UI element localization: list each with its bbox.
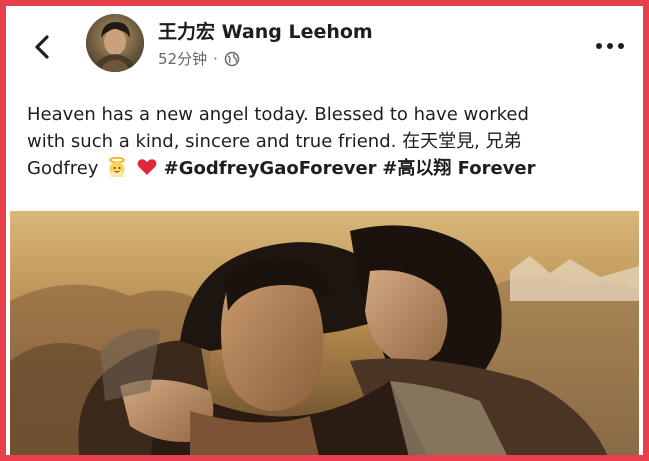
- more-options-button[interactable]: [593, 36, 627, 56]
- author-name[interactable]: 王力宏 Wang Leehom: [158, 17, 373, 44]
- avatar[interactable]: [86, 14, 144, 72]
- hashtag-link[interactable]: #GodfreyGaoForever: [164, 158, 377, 179]
- post-header: 王力宏 Wang Leehom 52分钟 ·: [6, 6, 643, 86]
- globe-icon: [224, 51, 240, 67]
- post-meta: 52分钟 ·: [158, 48, 240, 69]
- post-text-line: with such a kind, sincere and true frien…: [27, 131, 522, 152]
- meta-separator: ·: [213, 49, 218, 68]
- chevron-left-icon: [35, 35, 49, 59]
- post-text-line: Heaven has a new angel today. Blessed to…: [27, 104, 529, 125]
- hashtag-link[interactable]: #高以翔 Forever: [382, 158, 535, 179]
- back-button[interactable]: [28, 32, 58, 62]
- post-photo[interactable]: [10, 211, 639, 455]
- more-horizontal-icon: [596, 43, 624, 49]
- red-heart-icon: [136, 156, 158, 178]
- post-screenshot-frame: 王力宏 Wang Leehom 52分钟 · Heaven has a new …: [0, 0, 649, 461]
- angel-emoji-icon: [106, 156, 128, 178]
- post-text-fragment: Godfrey: [27, 158, 99, 179]
- post-timestamp[interactable]: 52分钟: [158, 48, 207, 69]
- post-text-line: Godfrey #GodfreyGaoForever #高以翔 Forever: [27, 155, 627, 182]
- post-body: Heaven has a new angel today. Blessed to…: [27, 101, 627, 182]
